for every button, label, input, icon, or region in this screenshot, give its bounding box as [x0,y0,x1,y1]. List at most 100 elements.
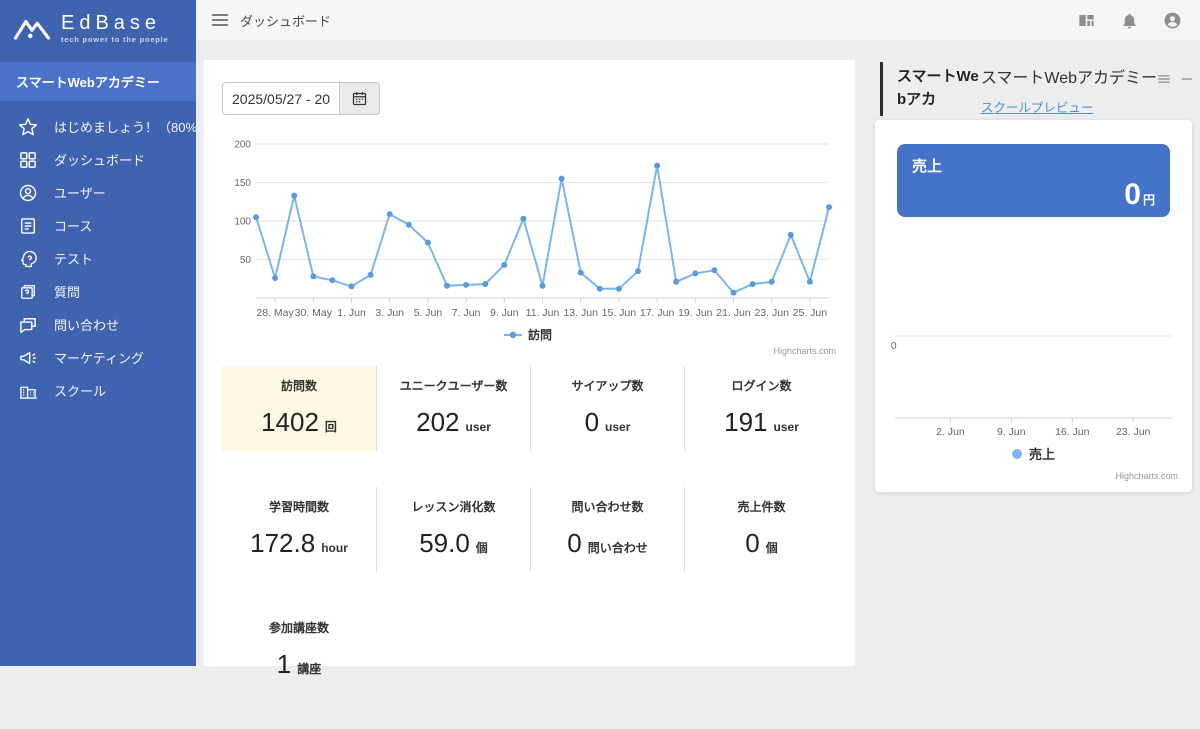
account-icon[interactable] [1163,11,1182,30]
stat-unit: user [773,420,799,434]
school-preview-link[interactable]: スクールプレビュー [981,101,1094,115]
school-selector[interactable]: スマートWebアカデミー [0,62,196,101]
svg-text:3. Jun: 3. Jun [375,307,404,319]
sidebar-item-label: 問い合わせ [54,318,120,333]
user-icon [18,183,38,203]
svg-text:5. Jun: 5. Jun [414,307,443,319]
stat-card: 参加講座数 1 講座 [222,608,376,693]
stat-unit: user [605,420,631,434]
svg-text:2. Jun: 2. Jun [936,426,965,438]
sidebar-item[interactable]: コース [0,209,196,242]
sidebar-item[interactable]: ユーザー [0,176,196,209]
notifications-icon[interactable] [1120,11,1139,30]
svg-text:0: 0 [891,341,897,352]
calendar-button[interactable] [340,82,380,115]
stat-unit: 講座 [297,662,322,676]
school-title: スマートWebアカデミー [980,70,1157,87]
stats-grid: 訪問数 1402 回 ユニークユーザー数 202 user サイアップ数 0 user… [222,366,838,729]
stat-label: 訪問数 [280,379,317,393]
stat-unit: 個 [765,541,778,555]
svg-text:13. Jun: 13. Jun [563,307,598,319]
stat-value: 0 [567,528,582,558]
stat-card: サイアップ数 0 user [530,366,684,451]
svg-text:100: 100 [234,217,251,228]
logo-tagline: tech power to the poeple [61,34,169,44]
stats-row: 訪問数 1402 回 ユニークユーザー数 202 user サイアップ数 0 user… [222,366,838,451]
stat-card: レッスン消化数 59.0 個 [376,487,530,572]
stat-card: 売上件数 0個 [684,487,838,572]
calendar-icon [351,90,368,107]
stat-unit: 個 [475,541,488,555]
stat-card: 訪問数 1402 回 [222,366,376,451]
stat-label: レッスン消化数 [411,500,496,514]
stat-label: 参加講座数 [268,621,329,635]
stats-row: 学習時間数 172.8 hour レッスン消化数 59.0 個 問い合わせ数 0 問い… [222,487,838,572]
date-range-picker [222,82,380,115]
svg-text:200: 200 [234,140,251,151]
sidebar-item-label: スクール [54,384,107,399]
sales-chart: 0 2. Jun 9. Jun 16. Jun 23. Jun 売上 Highchart… [887,330,1180,481]
visits-chart-plot: 50 100 150 200 28. May 30. May 1. Jun 3. Jun 5. … [234,140,832,319]
sidebar-item[interactable]: マーケティング [0,341,196,374]
sidebar-item-label: はじめましょう！（80%） [54,120,211,135]
svg-text:16. Jun: 16. Jun [1055,426,1090,438]
highcharts-credit[interactable]: Highcharts.com [218,346,838,356]
sidebar-item[interactable]: スクール [0,374,196,407]
sidebar-item[interactable]: テスト [0,242,196,275]
svg-text:23. Jun: 23. Jun [1116,426,1151,438]
marketing-icon [18,348,38,368]
sidebar-item-label: ダッシュボード [54,153,146,168]
sidebar-item-label: コース [54,219,93,234]
star-icon [18,117,38,137]
dashboard-icon [18,150,38,170]
legend-dot-marker-icon [1011,448,1022,459]
svg-text:50: 50 [240,255,252,266]
panel-menu-icon[interactable] [1157,72,1171,86]
course-icon [18,216,38,236]
test-icon [18,249,38,269]
stat-value: 1 [276,649,292,679]
question-icon [18,282,38,302]
sales-value: 0 [1124,178,1141,211]
visits-chart: 50 100 150 200 28. May 30. May 1. Jun 3. Jun 5. … [218,130,838,357]
stat-value: 1402 [261,407,319,437]
stat-card: ユニークユーザー数 202 user [376,366,530,451]
stat-value: 202 [416,407,460,437]
svg-text:23. Jun: 23. Jun [754,307,789,319]
svg-text:15. Jun: 15. Jun [602,307,637,319]
stat-card: ログイン数 191 user [684,366,838,451]
stat-value: 0 [745,528,760,558]
sidebar-item[interactable]: ダッシュボード [0,143,196,176]
sidebar-item[interactable]: 質問 [0,275,196,308]
stat-card: 学習時間数 172.8 hour [222,487,376,572]
panel-collapse-icon[interactable] [1180,72,1194,86]
stat-unit: hour [321,541,348,555]
stat-value: 0 [584,407,600,437]
svg-text:28. May: 28. May [256,307,294,319]
sidebar-nav: はじめましょう！（80%） ダッシュボード ユーザー コース テスト 質問 問い… [0,110,210,407]
sidebar-item-label: ユーザー [54,186,106,201]
svg-text:7. Jun: 7. Jun [452,307,481,319]
sales-legend[interactable]: 売上 [887,444,1180,463]
svg-text:9. Jun: 9. Jun [490,307,519,319]
svg-text:19. Jun: 19. Jun [678,307,713,319]
stat-label: ユニークユーザー数 [399,379,508,393]
stat-card: 問い合わせ数 0 問い合わせ [530,487,684,572]
highcharts-credit[interactable]: Highcharts.com [887,471,1180,481]
menu-icon[interactable] [210,10,230,30]
stat-label: 問い合わせ数 [571,500,644,514]
mountain-logo-icon [12,15,52,42]
logo-title: EdBase [61,11,162,34]
sidebar-item[interactable]: はじめましょう！（80%） [0,110,210,143]
visits-legend[interactable]: 訪問 [218,326,838,343]
layout-icon[interactable] [1077,11,1096,30]
school-header: スマートWebアカ スマートWebアカデミー スクールプレビュー [880,62,1194,117]
page-title: ダッシュボード [240,13,332,29]
header-accent-bar [880,62,883,116]
stat-unit: user [465,420,491,434]
sidebar-item[interactable]: 問い合わせ [0,308,196,341]
svg-text:150: 150 [234,178,251,189]
logo[interactable]: EdBase tech power to the poeple [0,0,196,56]
date-range-input[interactable] [222,82,340,115]
svg-text:17. Jun: 17. Jun [640,307,675,319]
